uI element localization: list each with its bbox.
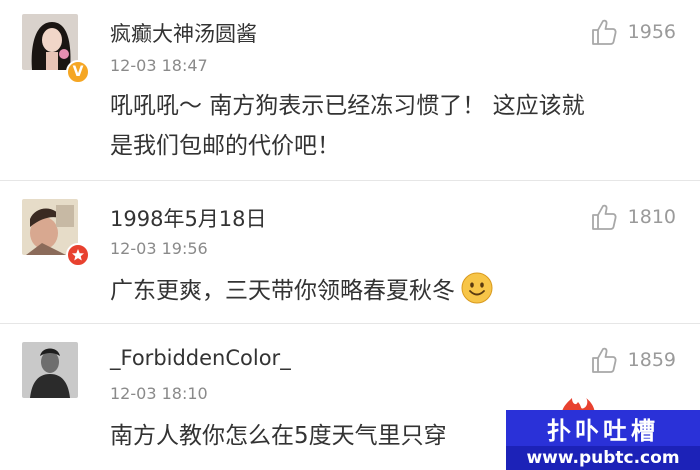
star-badge-icon — [66, 243, 90, 267]
username[interactable]: _ForbiddenColor_ — [110, 346, 291, 370]
comment-text-line: 广东更爽，三天带你领略春夏秋冬 — [110, 278, 455, 304]
site-watermark: 扑卟吐槽 www.pubtc.com — [506, 398, 700, 470]
avatar[interactable] — [22, 342, 78, 398]
timestamp: 12-03 19:56 — [110, 239, 208, 258]
timestamp: 12-03 18:10 — [110, 384, 208, 403]
verified-v-icon: V — [66, 60, 90, 84]
timestamp: 12-03 18:47 — [110, 56, 208, 75]
comment-text-line: 是我们包邮的代价吧！ — [110, 133, 340, 159]
thumbs-up-icon — [591, 19, 617, 45]
comment-text: 吼吼吼～ 南方狗表示已经冻习惯了！ 这应该就 是我们包邮的代价吧！ — [110, 86, 690, 166]
watermark-url: www.pubtc.com — [506, 446, 700, 470]
username[interactable]: 疯癫大神汤圆酱 — [110, 18, 257, 48]
comment-item: 1998年5月18日 12-03 19:56 1810 广东更爽，三天带你领略春… — [0, 181, 700, 323]
like-count: 1810 — [627, 206, 676, 228]
comment-text-line: 吼吼吼～ 南方狗表示已经冻习惯了！ 这应该就 — [110, 93, 585, 119]
smiley-emoji-icon — [461, 272, 493, 317]
like-button[interactable]: 1810 — [590, 203, 676, 231]
like-button[interactable]: 1859 — [590, 346, 676, 374]
like-count: 1859 — [627, 349, 676, 371]
like-button[interactable]: 1956 — [590, 18, 676, 46]
comment-item: V 疯癫大神汤圆酱 12-03 18:47 1956 吼吼吼～ 南方狗表示已经冻… — [0, 0, 700, 180]
username[interactable]: 1998年5月18日 — [110, 203, 267, 233]
comment-text: 广东更爽，三天带你领略春夏秋冬 — [110, 271, 690, 317]
like-count: 1956 — [627, 21, 676, 43]
thumbs-up-icon — [591, 347, 617, 373]
watermark-title: 扑卟吐槽 — [506, 410, 700, 446]
thumbs-up-icon — [591, 204, 617, 230]
